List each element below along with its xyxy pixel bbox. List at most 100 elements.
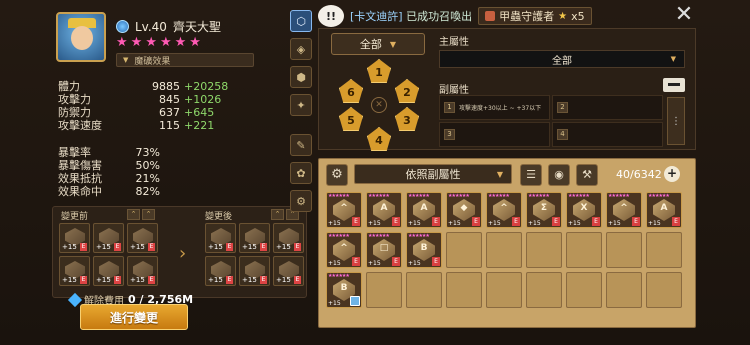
- stat-value: 637: [159, 106, 180, 119]
- rune-manage-screen: Lv.40 齊天大聖 ★ ★ ★ ★ ★ ★ ▼ 魔礦效果 體力 9885 +20258 攻擊力…: [0, 0, 750, 345]
- confirm-change-button[interactable]: 進行變更: [80, 304, 188, 330]
- sort-order-icon[interactable]: ☰: [520, 164, 542, 186]
- rune-slot[interactable]: +15 E: [127, 223, 158, 253]
- rune-level: +15: [408, 220, 421, 227]
- rune-slot[interactable]: +15 E: [205, 223, 236, 253]
- skill-tree-icon[interactable]: ✿: [290, 162, 312, 184]
- rune-level: +15: [208, 276, 223, 284]
- side-tab-column: ⬡ ◈ ⬢ ✦ ✎ ✿ ⚙: [290, 10, 314, 218]
- star-icon: ★: [130, 35, 143, 50]
- dropdown-triangle-icon: ▼: [496, 169, 503, 179]
- rune-card[interactable]: ★★★★★★ ◆ +15 E: [446, 192, 482, 228]
- rune-slot[interactable]: +15 E: [273, 223, 304, 253]
- slot-filter-select[interactable]: 全部 ▼: [331, 33, 425, 55]
- hammer-icon[interactable]: ⚒: [576, 164, 598, 186]
- rune-slot[interactable]: +15 E: [239, 256, 270, 286]
- stone-tab-icon[interactable]: ⬢: [290, 66, 312, 88]
- bag-icon[interactable]: ◉: [548, 164, 570, 186]
- rune-slot[interactable]: +15 E: [239, 223, 270, 253]
- rune-card[interactable]: ★★★★★★ ^ +15 E: [606, 192, 642, 228]
- rune-effect-button[interactable]: ▼ 魔礦效果: [116, 53, 254, 67]
- rune-card[interactable]: ★★★★★★ B +15: [326, 272, 362, 308]
- stat-row: 效果命中 82%: [58, 185, 198, 198]
- rune-slot[interactable]: +15 E: [93, 256, 124, 286]
- rune-slot[interactable]: +15 E: [93, 223, 124, 253]
- rune-level: +15: [528, 220, 541, 227]
- rune-setting-icon[interactable]: ⚙: [290, 190, 312, 212]
- toggle-left-icon[interactable]: ⌃: [271, 209, 284, 220]
- main-attr-select[interactable]: 全部 ▼: [439, 50, 685, 68]
- monster-tag: 甲蟲守護者 ★ x5: [478, 7, 592, 25]
- rune-slot[interactable]: +15 E: [59, 223, 90, 253]
- material-tab-icon[interactable]: ✦: [290, 94, 312, 116]
- empty-rune-slot[interactable]: [446, 232, 482, 268]
- sub-attr-toggle[interactable]: [663, 78, 685, 92]
- rune-slot[interactable]: +15 E: [273, 256, 304, 286]
- slot-button-3[interactable]: 3: [395, 107, 419, 131]
- add-icon[interactable]: +: [664, 166, 680, 182]
- rune-slot[interactable]: +15 E: [205, 256, 236, 286]
- rune-card[interactable]: ★★★★★★ ^ +15 E: [486, 192, 522, 228]
- empty-rune-slot[interactable]: [566, 272, 602, 308]
- sub-attr-text: 攻擊速度+30以上 ~ +37以下: [459, 105, 542, 112]
- chat-bubble-icon[interactable]: !!: [318, 5, 344, 27]
- compass-icon: ✕: [371, 97, 387, 113]
- rune-card[interactable]: ★★★★★★ A +15 E: [366, 192, 402, 228]
- slot-button-2[interactable]: 2: [395, 79, 419, 103]
- rune-slot[interactable]: +15 E: [127, 256, 158, 286]
- empty-rune-slot[interactable]: [446, 272, 482, 308]
- rune-slot[interactable]: +15 E: [59, 256, 90, 286]
- empty-rune-slot[interactable]: [406, 272, 442, 308]
- sub-attr-cell[interactable]: 3: [439, 122, 550, 147]
- gem-tab-icon[interactable]: ◈: [290, 38, 312, 60]
- grade-badge: E: [226, 243, 233, 251]
- empty-rune-slot[interactable]: [566, 232, 602, 268]
- slot-button-1[interactable]: 1: [367, 59, 391, 83]
- empty-rune-slot[interactable]: [526, 272, 562, 308]
- sub-attr-index: 2: [557, 102, 568, 113]
- stat-bonus: +645: [184, 106, 215, 119]
- rune-card[interactable]: ★★★★★★ A +15 E: [406, 192, 442, 228]
- slot-button-4[interactable]: 4: [367, 127, 391, 151]
- empty-rune-slot[interactable]: [486, 232, 522, 268]
- stat-row: 暴擊率 73%: [58, 146, 198, 159]
- sub-attr-cell[interactable]: 2: [552, 95, 663, 120]
- before-rune-grid: +15 E +15 E +15 E +15 E +15 E +15 E: [59, 223, 158, 286]
- toggle-right-icon[interactable]: ⌃: [142, 209, 155, 220]
- slot-button-5[interactable]: 5: [339, 107, 363, 131]
- before-toggle[interactable]: ⌃ ⌃: [127, 209, 155, 220]
- rune-level: +15: [62, 276, 77, 284]
- edit-icon[interactable]: ✎: [290, 134, 312, 156]
- sub-attr-cell[interactable]: 1 攻擊速度+30以上 ~ +37以下: [439, 95, 550, 120]
- rune-stars: ★★★★★★: [368, 233, 390, 239]
- rune-card[interactable]: ★★★★★★ ^ +15 E: [326, 232, 362, 268]
- empty-rune-slot[interactable]: [526, 232, 562, 268]
- empty-rune-slot[interactable]: [646, 232, 682, 268]
- hero-portrait[interactable]: [56, 12, 106, 62]
- rune-card[interactable]: ★★★★★★ □ +15 E: [366, 232, 402, 268]
- rune-level: +15: [328, 300, 341, 307]
- rune-card[interactable]: ★★★★★★ B +15 E: [406, 232, 442, 268]
- empty-rune-slot[interactable]: [366, 272, 402, 308]
- rune-card[interactable]: ★★★★★★ Σ +15 E: [526, 192, 562, 228]
- rune-card[interactable]: ★★★★★★ A +15 E: [646, 192, 682, 228]
- close-icon[interactable]: ✕: [672, 4, 696, 28]
- grade-badge: E: [352, 257, 360, 266]
- toggle-left-icon[interactable]: ⌃: [127, 209, 140, 220]
- settings-gear-icon[interactable]: ⚙: [326, 164, 348, 186]
- rune-tab-icon[interactable]: ⬡: [290, 10, 312, 32]
- rune-level: +15: [208, 243, 223, 251]
- sort-select[interactable]: 依照副屬性 ▼: [354, 164, 512, 184]
- empty-rune-slot[interactable]: [606, 232, 642, 268]
- summon-notice: [卡文迪許] 已成功召喚出: [350, 8, 472, 24]
- empty-rune-slot[interactable]: [486, 272, 522, 308]
- empty-rune-slot[interactable]: [606, 272, 642, 308]
- empty-rune-slot[interactable]: [646, 272, 682, 308]
- slot-button-6[interactable]: 6: [339, 79, 363, 103]
- more-options-icon[interactable]: ⋮: [667, 97, 685, 145]
- rune-level: +15: [488, 220, 501, 227]
- rune-card[interactable]: ★★★★★★ ^ +15 E: [326, 192, 362, 228]
- rune-card[interactable]: ★★★★★★ X +15 E: [566, 192, 602, 228]
- rune-level: +15: [130, 243, 145, 251]
- sub-attr-cell[interactable]: 4: [552, 122, 663, 147]
